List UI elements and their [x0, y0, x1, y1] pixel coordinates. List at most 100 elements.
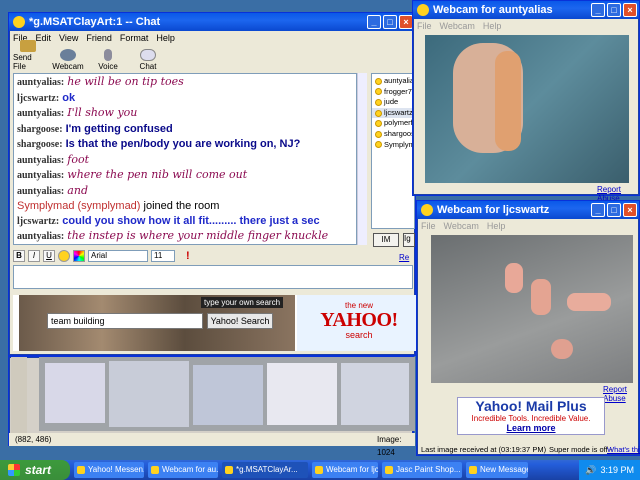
chat-window: *g.MSATClayArt:1 -- Chat _ □ × File Edit…: [8, 12, 421, 356]
font-name-select[interactable]: Arial: [88, 250, 148, 262]
yahoo-search-ad[interactable]: type your own search team building Yahoo…: [13, 295, 421, 351]
volume-icon[interactable]: 🔊: [585, 465, 596, 476]
underline-button[interactable]: U: [43, 250, 55, 262]
room-user-item[interactable]: ljcswartz: [372, 107, 414, 119]
room-user-name: frogger703: [384, 86, 414, 96]
webcam-button[interactable]: Webcam: [52, 49, 84, 71]
cam1-title-bar[interactable]: Webcam for auntyalias _ □ ×: [413, 1, 639, 19]
room-user-item[interactable]: jude: [372, 97, 414, 108]
cam1-title: Webcam for auntyalias: [433, 4, 553, 16]
close-button[interactable]: ×: [399, 15, 413, 29]
menu-help[interactable]: Help: [156, 33, 175, 43]
im-button[interactable]: IM: [373, 233, 399, 247]
chat-message: auntyalias: he will be on tip toes: [17, 75, 353, 91]
room-user-name: auntyalias: [384, 76, 415, 85]
report-link[interactable]: Re: [399, 253, 409, 262]
yahoo-mail-plus-ad[interactable]: Yahoo! Mail Plus Incredible Tools. Incre…: [457, 397, 605, 435]
menu-view[interactable]: View: [59, 33, 78, 43]
cam1-menu-file[interactable]: File: [417, 21, 432, 31]
bold-button[interactable]: B: [13, 250, 25, 262]
message-sender: Symplymad (symplymad): [17, 200, 141, 212]
thumb-1[interactable]: [45, 363, 105, 423]
message-sender: shargoose:: [17, 123, 63, 135]
message-sender: auntyalias:: [17, 185, 65, 197]
chat-message-list: auntyalias: he will be on tip toes ljcswa…: [13, 73, 357, 245]
italic-button[interactable]: I: [28, 250, 40, 262]
webcam-ljcswartz-window: Webcam for ljcswartz _ □ × File Webcam H…: [416, 200, 640, 456]
user-status-icon: [375, 130, 382, 138]
cam2-minimize-button[interactable]: _: [591, 203, 605, 217]
room-user-name: jude: [384, 97, 399, 107]
cam2-menu-help[interactable]: Help: [487, 221, 506, 231]
webcam-icon: [417, 4, 429, 16]
paint-tools-palette[interactable]: [11, 357, 27, 437]
chat-message: auntyalias: and: [17, 184, 353, 200]
message-text: joined the room: [143, 200, 220, 212]
cam1-minimize-button[interactable]: _: [591, 3, 605, 17]
thumb-2[interactable]: [109, 361, 189, 427]
minimize-button[interactable]: _: [367, 15, 381, 29]
user-status-icon: [375, 88, 382, 96]
cam2-close-button[interactable]: ×: [623, 203, 637, 217]
menu-friend[interactable]: Friend: [86, 33, 112, 43]
cam1-maximize-button[interactable]: □: [607, 3, 621, 17]
voice-button[interactable]: Voice: [93, 49, 123, 71]
user-status-icon: [375, 141, 382, 149]
cam2-menu-webcam[interactable]: Webcam: [444, 221, 479, 231]
room-user-item[interactable]: frogger703: [372, 87, 414, 98]
thumb-5[interactable]: [341, 363, 409, 425]
message-text: could you show how it all fit......... t…: [62, 214, 320, 227]
alert-icon[interactable]: !: [186, 250, 190, 262]
cam2-title-bar[interactable]: Webcam for ljcswartz _ □ ×: [417, 201, 639, 219]
cam2-menu-file[interactable]: File: [421, 221, 436, 231]
message-sender: auntyalias:: [17, 231, 65, 242]
ad-search-input[interactable]: team building: [47, 313, 203, 329]
task-chat-room[interactable]: *g.MSATClayAr...: [222, 462, 308, 478]
message-text: where the pen nib will come out: [67, 168, 248, 181]
cam1-close-button[interactable]: ×: [623, 3, 637, 17]
task-new-message[interactable]: New Message: [466, 462, 528, 478]
task-webcam-auntyalias[interactable]: Webcam for au...: [148, 462, 218, 478]
send-file-button[interactable]: Send File: [13, 40, 43, 71]
chat-message: shargoose: I'm getting confused: [17, 122, 353, 138]
message-text: I'll show you: [67, 106, 138, 119]
user-status-icon: [375, 98, 382, 106]
cam2-maximize-button[interactable]: □: [607, 203, 621, 217]
chat-button[interactable]: Chat: [133, 49, 163, 71]
whats-this-link[interactable]: What's this?: [607, 445, 640, 454]
chat-title-bar[interactable]: *g.MSATClayArt:1 -- Chat _ □ ×: [9, 13, 415, 31]
ad-search-button[interactable]: Yahoo! Search: [207, 313, 273, 329]
task-paint-shop[interactable]: Jasc Paint Shop...: [382, 462, 462, 478]
message-input[interactable]: [13, 265, 413, 289]
menu-format[interactable]: Format: [120, 33, 149, 43]
smiley-icon[interactable]: [58, 250, 70, 262]
user-status-icon: [375, 109, 382, 117]
chat-menu-bar: File Edit View Friend Format Help: [9, 31, 415, 45]
thumb-3[interactable]: [193, 365, 263, 425]
message-text: I'm getting confused: [65, 122, 173, 135]
maximize-button[interactable]: □: [383, 15, 397, 29]
user-status-icon: [375, 77, 382, 85]
start-button[interactable]: start: [0, 460, 70, 480]
ignore-button[interactable]: Ig: [403, 233, 415, 247]
room-user-item[interactable]: polymerfairy: [372, 118, 414, 129]
task-yahoo-messenger[interactable]: Yahoo! Messen...: [74, 462, 144, 478]
room-user-item[interactable]: auntyalias: [372, 76, 414, 87]
cam1-menu-help[interactable]: Help: [483, 21, 502, 31]
room-user-item[interactable]: Symplymad: [372, 140, 414, 151]
thumb-4[interactable]: [267, 363, 337, 425]
taskbar: start Yahoo! Messen... Webcam for au... …: [0, 460, 640, 480]
cam2-menu-bar: File Webcam Help: [417, 219, 639, 233]
cam1-menu-webcam[interactable]: Webcam: [440, 21, 475, 31]
room-user-item[interactable]: shargoose: [372, 129, 414, 140]
chat-scrollbar[interactable]: [357, 73, 367, 245]
ad-tagline: type your own search: [201, 297, 284, 308]
chat-message: will be holding it: [17, 245, 353, 246]
cam2-report-abuse-link[interactable]: Report Abuse: [603, 385, 639, 403]
chat-message: auntyalias: I'll show you: [17, 106, 353, 122]
color-picker-icon[interactable]: [73, 250, 85, 262]
cam2-title: Webcam for ljcswartz: [437, 204, 550, 216]
font-size-select[interactable]: 11: [151, 250, 175, 262]
task-webcam-ljcswartz[interactable]: Webcam for ljc...: [312, 462, 378, 478]
user-status-icon: [375, 120, 382, 128]
